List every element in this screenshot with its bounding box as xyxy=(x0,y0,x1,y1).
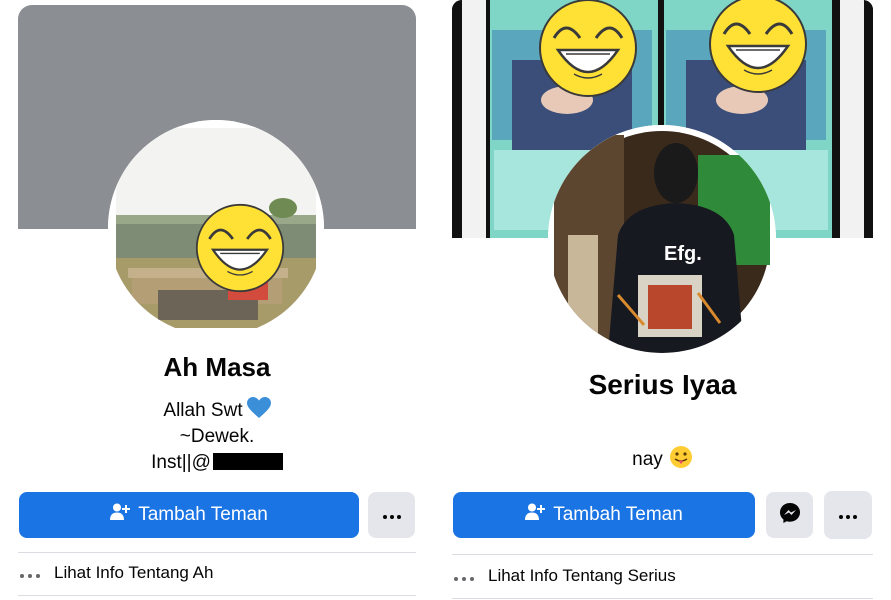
profile-name: Ah Masa xyxy=(163,352,271,382)
ellipsis-icon xyxy=(839,506,857,524)
divider xyxy=(452,598,873,599)
profile-name: Serius Iyaa xyxy=(588,369,737,400)
divider xyxy=(18,552,416,553)
add-friend-button[interactable]: Tambah Teman xyxy=(19,492,359,538)
jacket-text: Efg. xyxy=(664,243,702,265)
bio-line-1: nay xyxy=(452,445,873,475)
profile-picture[interactable]: Efg. xyxy=(548,125,776,353)
more-options-button[interactable] xyxy=(368,492,415,538)
blue-heart-icon xyxy=(246,397,271,425)
view-about-info-link[interactable]: Lihat Info Tentang Serius xyxy=(454,566,676,586)
profile-picture[interactable] xyxy=(108,120,324,336)
person-plus-icon xyxy=(525,503,546,527)
messenger-button[interactable] xyxy=(766,492,813,538)
divider xyxy=(18,595,416,596)
messenger-icon xyxy=(779,502,801,529)
add-friend-label: Tambah Teman xyxy=(553,504,683,525)
add-friend-button[interactable]: Tambah Teman xyxy=(453,492,755,538)
profile-card-serius-iyaa: Efg. Serius Iyaa nay Tambah Teman Lihat … xyxy=(436,0,891,600)
divider xyxy=(452,554,873,555)
ellipsis-icon xyxy=(454,566,474,586)
redacted-handle xyxy=(212,453,283,470)
view-about-info-link[interactable]: Lihat Info Tentang Ah xyxy=(20,563,213,583)
person-plus-icon xyxy=(110,503,131,527)
add-friend-label: Tambah Teman xyxy=(138,504,268,525)
tongue-out-icon xyxy=(669,445,693,475)
profile-card-ah-masa: Ah Masa Allah Swt ~Dewek. Inst||@ Tambah… xyxy=(0,0,436,600)
ellipsis-icon xyxy=(20,563,40,583)
ellipsis-icon xyxy=(382,506,401,524)
profile-picture-image xyxy=(108,120,324,336)
bio-line-2: ~Dewek. xyxy=(179,426,255,447)
more-options-button[interactable] xyxy=(824,491,872,539)
view-about-info-label: Lihat Info Tentang Serius xyxy=(488,566,676,585)
bio-line-3: Inst||@ xyxy=(18,452,416,474)
view-about-info-label: Lihat Info Tentang Ah xyxy=(54,563,214,582)
bio-line-1: Allah Swt xyxy=(18,397,416,425)
profile-picture-image: Efg. xyxy=(548,125,776,353)
